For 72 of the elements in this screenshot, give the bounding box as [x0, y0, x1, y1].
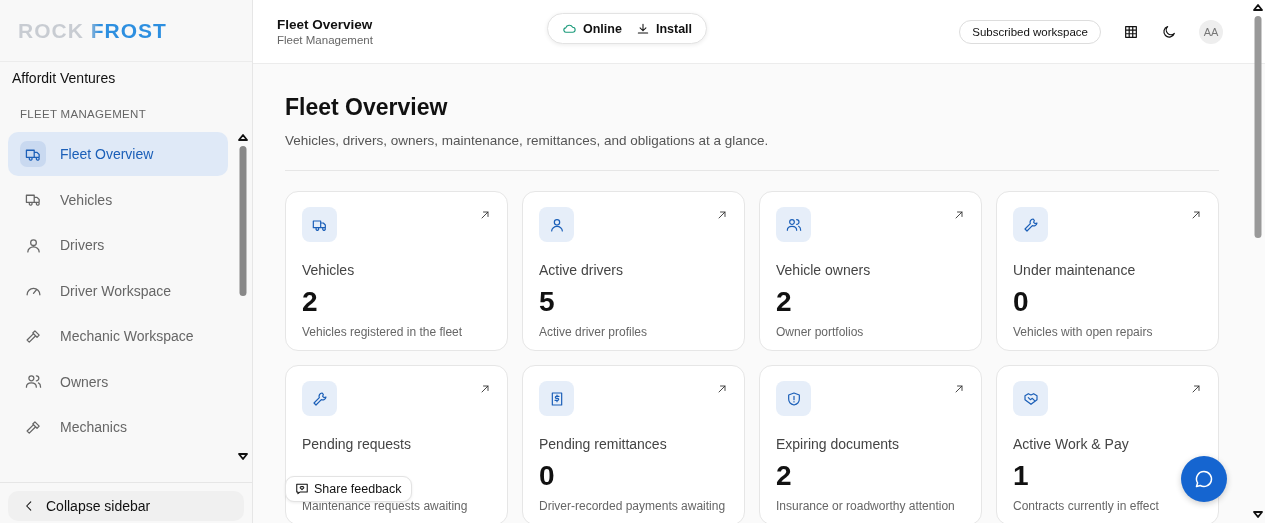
stat-label: Active Work & Pay [1013, 436, 1130, 452]
sidebar-item[interactable]: Fleet Overview [8, 132, 228, 176]
shield-icon [785, 390, 802, 407]
arrow-up-right-icon[interactable] [716, 383, 728, 395]
sidebar-item[interactable]: Driver Workspace [8, 268, 228, 313]
stat-label: Active drivers [539, 262, 625, 278]
arrow-up-right-icon[interactable] [1190, 383, 1202, 395]
sidebar-item[interactable]: Drivers [8, 223, 228, 267]
chat-bubble-icon [1194, 469, 1214, 489]
stat-card[interactable]: Vehicles 2 Vehicles registered in the fleet [285, 191, 508, 351]
stat-label: Pending requests [302, 436, 412, 452]
sidebar-item[interactable]: Mechanic Workspace [8, 314, 228, 358]
page-title: Fleet Overview [285, 94, 449, 121]
avatar[interactable]: AA [1199, 19, 1223, 44]
header-title: Fleet Overview [277, 17, 374, 32]
download-icon [635, 21, 650, 36]
stat-card[interactable]: Active drivers 5 Active driver profiles [522, 191, 745, 351]
stat-caption: Insurance or roadworthy attention [776, 499, 956, 513]
share-feedback-button[interactable]: Share feedback [285, 476, 412, 502]
stat-card[interactable]: Expiring documents 2 Insurance or roadworthy attention [759, 365, 982, 523]
person-icon [548, 216, 565, 233]
stat-caption: Owner portfolios [776, 325, 865, 339]
stat-card[interactable]: Vehicle owners 2 Owner portfolios [759, 191, 982, 351]
stat-caption: Contracts currently in effect [1013, 499, 1160, 513]
stat-caption: Vehicles with open repairs [1013, 325, 1154, 339]
stat-caption: Vehicles registered in the fleet [302, 325, 464, 339]
hammer-icon [24, 327, 42, 345]
stat-label: Pending remittances [539, 436, 668, 452]
stat-value: 0 [539, 460, 555, 491]
stat-label: Under maintenance [1013, 262, 1137, 278]
header-subtitle: Fleet Management [277, 34, 374, 46]
stat-value: 0 [1013, 286, 1029, 317]
wrench-icon [1022, 216, 1039, 233]
section-heading: FLEET MANAGEMENT [19, 107, 147, 122]
stat-value: 2 [776, 460, 792, 491]
stat-value: 5 [539, 286, 555, 317]
stat-value: 1 [1013, 460, 1029, 491]
online-status: Online [562, 21, 622, 36]
sidebar-item[interactable]: Mechanics [8, 405, 228, 449]
stat-caption: Active driver profiles [539, 325, 649, 339]
arrow-up-right-icon[interactable] [716, 209, 728, 221]
stat-label: Vehicles [302, 262, 356, 278]
people-icon [24, 373, 42, 390]
person-icon [24, 236, 42, 254]
hammer-icon [24, 418, 42, 436]
arrow-up-right-icon[interactable] [953, 209, 965, 221]
wrench-icon [311, 390, 328, 407]
moon-icon[interactable] [1161, 23, 1177, 40]
stat-label: Expiring documents [776, 436, 900, 452]
workspace-name: Affordit Ventures [11, 69, 117, 86]
install-button[interactable]: Install [635, 21, 693, 36]
arrow-up-right-icon[interactable] [1190, 209, 1202, 221]
sidebar-item[interactable]: Vehicles [8, 177, 228, 222]
stat-value: 2 [776, 286, 792, 317]
page-description: Vehicles, drivers, owners, maintenance, remittances, and obligations at a glance. [285, 133, 770, 148]
feedback-icon [295, 482, 309, 496]
arrow-up-right-icon[interactable] [479, 383, 491, 395]
stat-value: 2 [302, 286, 318, 317]
stat-card[interactable]: Under maintenance 0 Vehicles with open repairs [996, 191, 1219, 351]
workspace-button[interactable]: Subscribed workspace [959, 19, 1101, 44]
people-icon [785, 216, 802, 233]
stat-caption: Maintenance requests awaiting [302, 499, 469, 513]
arrow-up-right-icon[interactable] [479, 209, 491, 221]
collapse-sidebar-button[interactable]: Collapse sidebar [8, 491, 244, 521]
stat-card[interactable]: Pending remittances 0 Driver-recorded payments awaiting [522, 365, 745, 523]
stat-caption: Driver-recorded payments awaiting [539, 499, 727, 513]
sidebar-scrollbar[interactable] [238, 132, 248, 462]
sidebar-item[interactable]: Owners [8, 359, 228, 404]
arrow-up-right-icon[interactable] [953, 383, 965, 395]
grid-icon[interactable] [1123, 23, 1139, 40]
stat-card[interactable]: Active Work & Pay 1 Contracts currently in effect [996, 365, 1219, 523]
stat-label: Vehicle owners [776, 262, 872, 278]
